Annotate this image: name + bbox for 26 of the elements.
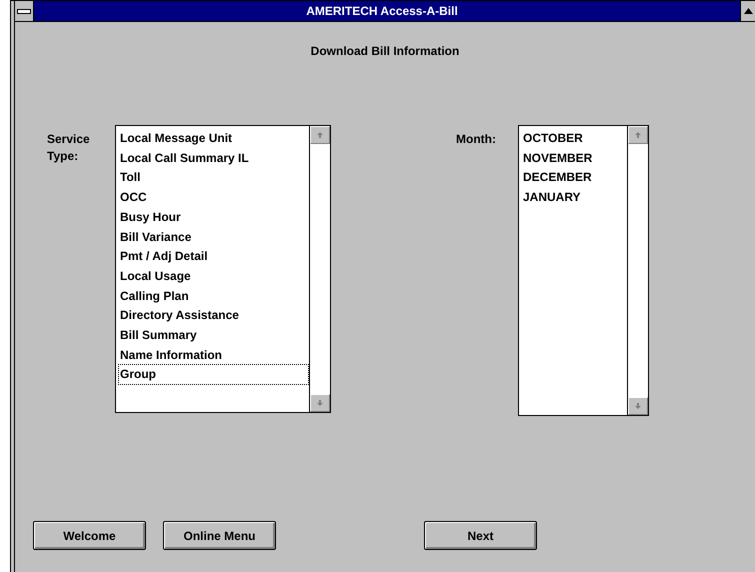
list-item[interactable]: Directory Assistance	[118, 305, 309, 326]
list-box[interactable]: OCTOBER NOVEMBER DECEMBER JANUARY	[518, 125, 649, 416]
list-item[interactable]: JANUARY	[521, 187, 627, 208]
push-button[interactable]: Online Menu	[163, 521, 276, 550]
list-item[interactable]: OCTOBER	[521, 128, 627, 149]
list-item[interactable]: Busy Hour	[118, 206, 309, 228]
list-item[interactable]: NOVEMBER	[521, 148, 627, 168]
page-heading: Download Bill Information	[310, 43, 460, 60]
field-label: Month:	[456, 131, 497, 148]
list-item[interactable]: Calling Plan	[118, 286, 309, 306]
list-item[interactable]: Local Message Unit	[118, 128, 309, 149]
list-item[interactable]: DECEMBER	[521, 167, 627, 188]
list-item[interactable]: Bill Variance	[118, 226, 309, 248]
list-box[interactable]: Local Message Unit Local Call Summary IL Toll OCC Busy Hour Bill Variance Pmt / Adj Detail Local Usage Calling Plan Directory Assistance Bill Summary Name Information Group	[115, 125, 331, 413]
list-item[interactable]: Local Usage	[118, 266, 309, 287]
window-title: AMERITECH Access-A-Bill	[305, 3, 459, 20]
field-label: Service Type:	[47, 131, 91, 165]
list-item[interactable]: Bill Summary	[118, 325, 309, 346]
list-item[interactable]: Local Call Summary IL	[118, 148, 309, 168]
list-item[interactable]: OCC	[118, 187, 309, 208]
push-button[interactable]: Next	[424, 521, 537, 550]
list-item[interactable]: Toll	[118, 167, 309, 188]
list-item[interactable]: Group	[118, 364, 309, 386]
list-item[interactable]: Pmt / Adj Detail	[118, 246, 309, 267]
push-button[interactable]: Welcome	[33, 521, 146, 550]
list-item[interactable]: Name Information	[118, 344, 309, 366]
